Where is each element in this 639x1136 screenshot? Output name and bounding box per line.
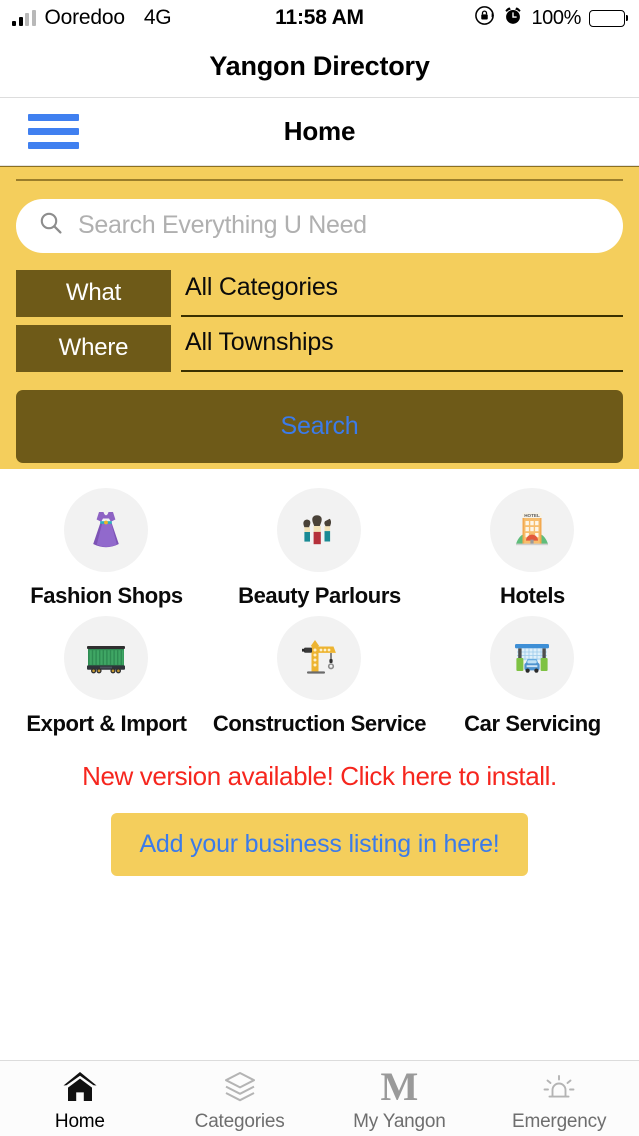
- tab-label: Categories: [194, 1111, 285, 1132]
- dress-icon: [64, 488, 149, 572]
- search-button[interactable]: Search: [16, 389, 623, 463]
- category-hotels[interactable]: HOTEL Hotels: [426, 481, 639, 609]
- content-spacer: [0, 876, 639, 1060]
- alarm-clock-icon: [503, 6, 523, 31]
- battery-icon: [589, 9, 625, 27]
- panel-divider: [16, 179, 623, 181]
- category-label: Fashion Shops: [30, 583, 183, 608]
- battery-percent: 100%: [531, 6, 581, 29]
- makeup-brushes-icon: [277, 488, 362, 572]
- add-listing-wrapper: Add your business listing in here!: [0, 813, 639, 876]
- search-panel: Search Everything U Need What All Catego…: [0, 166, 639, 469]
- freight-container-icon: [64, 616, 149, 700]
- page-title: Yangon Directory: [209, 51, 430, 81]
- layers-icon: [221, 1068, 259, 1106]
- category-label: Car Servicing: [464, 711, 601, 736]
- search-icon: [38, 210, 64, 241]
- hamburger-menu-icon[interactable]: [28, 110, 79, 153]
- category-export-import[interactable]: Export & Import: [0, 609, 213, 737]
- where-select[interactable]: All Townships: [181, 325, 623, 372]
- add-business-listing-button[interactable]: Add your business listing in here!: [111, 813, 528, 876]
- category-beauty-parlours[interactable]: Beauty Parlours: [213, 481, 426, 609]
- tab-my-yangon[interactable]: M My Yangon: [320, 1061, 480, 1136]
- category-label: Hotels: [500, 583, 565, 608]
- car-wash-icon: [490, 616, 575, 700]
- search-input-wrapper[interactable]: Search Everything U Need: [16, 198, 623, 253]
- status-bar-right: 100%: [474, 5, 625, 31]
- network-type: 4G: [143, 6, 172, 29]
- app-screen: Ooredoo 4G 11:58 AM 100% Yangon Director…: [0, 0, 639, 1136]
- category-label: Export & Import: [26, 711, 187, 736]
- category-construction-service[interactable]: Construction Service: [212, 609, 427, 737]
- siren-icon: [540, 1068, 578, 1106]
- category-label: Beauty Parlours: [238, 583, 401, 608]
- svg-text:HOTEL: HOTEL: [525, 513, 541, 518]
- navigation-bar: Home: [0, 98, 639, 166]
- status-bar: Ooredoo 4G 11:58 AM 100%: [0, 0, 639, 36]
- tab-categories[interactable]: Categories: [160, 1061, 320, 1136]
- hotel-building-icon: HOTEL: [490, 488, 575, 572]
- tab-home[interactable]: Home: [0, 1061, 160, 1136]
- signal-bars-icon: [12, 9, 36, 26]
- update-notice[interactable]: New version available! Click here to ins…: [0, 761, 639, 792]
- what-select[interactable]: All Categories: [181, 270, 623, 317]
- letter-m-icon: M: [380, 1064, 419, 1109]
- bottom-tab-bar: Home Categories M My Yangon Emergency: [0, 1060, 639, 1136]
- tab-label: My Yangon: [353, 1111, 446, 1132]
- filter-row-what: What All Categories: [16, 269, 623, 317]
- carrier-name: Ooredoo: [44, 6, 126, 29]
- category-fashion-shops[interactable]: Fashion Shops: [0, 481, 213, 609]
- category-label: Construction Service: [212, 711, 427, 736]
- rotation-lock-icon: [474, 5, 495, 31]
- what-button[interactable]: What: [16, 269, 171, 317]
- filter-row-where: Where All Townships: [16, 324, 623, 372]
- app-title-bar: Yangon Directory: [0, 36, 639, 98]
- filter-group: What All Categories Where All Townships: [16, 269, 623, 372]
- nav-title: Home: [283, 116, 356, 146]
- home-icon: [61, 1068, 99, 1106]
- crane-icon: [277, 616, 362, 700]
- where-button[interactable]: Where: [16, 324, 171, 372]
- search-input[interactable]: Search Everything U Need: [78, 211, 367, 240]
- category-grid: Fashion Shops Beauty Parlours HOTEL Hote…: [0, 469, 639, 737]
- category-car-servicing[interactable]: Car Servicing: [426, 609, 639, 737]
- tab-label: Emergency: [511, 1111, 607, 1132]
- tab-label: Home: [54, 1111, 105, 1132]
- tab-emergency[interactable]: Emergency: [479, 1061, 639, 1136]
- status-bar-left: Ooredoo 4G: [12, 6, 172, 30]
